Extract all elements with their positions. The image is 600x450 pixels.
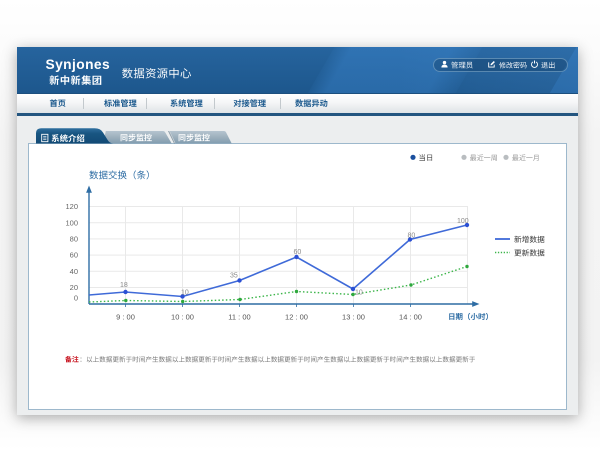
svg-text:20: 20: [70, 283, 78, 292]
svg-text:10 : 00: 10 : 00: [171, 313, 194, 322]
svg-text:9 : 00: 9 : 00: [116, 313, 135, 322]
svg-text:60: 60: [294, 249, 302, 256]
svg-text:35: 35: [230, 272, 238, 279]
svg-text:14 : 00: 14 : 00: [399, 313, 422, 322]
svg-text:10: 10: [355, 290, 363, 297]
svg-text:100: 100: [457, 218, 469, 225]
svg-text:13 : 00: 13 : 00: [342, 313, 365, 322]
svg-text:18: 18: [120, 282, 128, 289]
svg-text:10: 10: [181, 290, 189, 297]
svg-text:40: 40: [70, 267, 78, 276]
svg-text:11 : 00: 11 : 00: [228, 313, 250, 322]
svg-text:12 : 00: 12 : 00: [285, 313, 308, 322]
svg-text:80: 80: [70, 235, 78, 244]
svg-text:120: 120: [65, 202, 78, 211]
svg-text:100: 100: [65, 218, 78, 227]
svg-text:Synjones: Synjones: [46, 57, 111, 72]
svg-text:60: 60: [70, 251, 78, 260]
svg-text:80: 80: [408, 233, 416, 240]
svg-text:0: 0: [74, 294, 78, 303]
